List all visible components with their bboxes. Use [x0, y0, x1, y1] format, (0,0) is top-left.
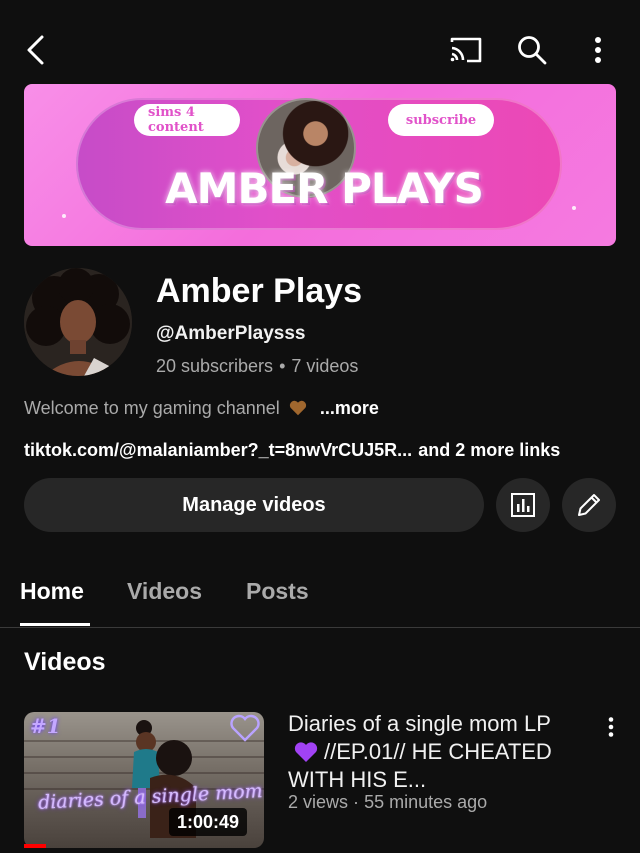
video-more-button[interactable] [596, 712, 626, 742]
top-bar [0, 0, 640, 84]
video-title-part1: Diaries of a single mom LP [288, 711, 551, 736]
video-views: 2 views [288, 792, 349, 812]
description-text: Welcome to my gaming channel [24, 398, 280, 418]
video-duration: 1:00:49 [169, 808, 248, 836]
analytics-icon [511, 493, 535, 517]
thumb-heart-icon [230, 714, 260, 742]
more-vertical-icon [595, 37, 601, 63]
manage-videos-button[interactable]: Manage videos [24, 478, 484, 532]
banner-chip-subscribe: subscribe [388, 104, 494, 136]
banner-chip-sims: sims 4 content [134, 104, 240, 136]
avatar-image [24, 268, 132, 376]
tab-posts[interactable]: Posts [246, 578, 309, 605]
cast-icon [450, 37, 482, 63]
back-button[interactable] [16, 30, 56, 70]
channel-name: Amber Plays [156, 272, 362, 310]
channel-description[interactable]: Welcome to my gaming channel ...more [24, 398, 379, 419]
watch-progress-bar [24, 844, 46, 848]
channel-links[interactable]: tiktok.com/@malaniamber?_t=8nwVrCUJ5R...… [24, 440, 560, 461]
video-count: 7 videos [291, 356, 359, 376]
analytics-button[interactable] [496, 478, 550, 532]
cast-button[interactable] [446, 30, 486, 70]
video-meta: 2 views · 55 minutes ago [288, 792, 487, 813]
sparkle [572, 206, 576, 210]
channel-avatar[interactable] [24, 268, 132, 376]
more-links[interactable]: and 2 more links [418, 440, 560, 460]
meta-dot: · [353, 792, 360, 812]
sparkle [62, 214, 66, 218]
more-vertical-icon [608, 717, 614, 737]
description-more[interactable]: ...more [320, 398, 379, 418]
tab-home[interactable]: Home [20, 578, 84, 605]
tab-videos[interactable]: Videos [127, 578, 202, 605]
purple-heart-icon [294, 742, 318, 762]
tiktok-link[interactable]: tiktok.com/@malaniamber?_t=8nwVrCUJ5R... [24, 440, 412, 460]
channel-tabs: Home Videos Posts [0, 570, 640, 628]
banner-title: AMBER PLAYS [165, 164, 484, 213]
channel-banner: sims 4 content subscribe AMBER PLAYS [24, 84, 616, 246]
thumb-episode-number: #1 [30, 714, 61, 738]
meta-separator: • [279, 356, 286, 376]
channel-meta: 20 subscribers • 7 videos [156, 356, 358, 377]
section-title: Videos [24, 648, 106, 676]
pencil-icon [578, 494, 600, 516]
video-age: 55 minutes ago [364, 792, 488, 812]
video-title[interactable]: Diaries of a single mom LP //EP.01// HE … [288, 710, 578, 794]
video-title-part2: //EP.01// HE CHEATED WITH HIS E... [288, 739, 552, 792]
search-button[interactable] [512, 30, 552, 70]
channel-handle: @AmberPlaysss [156, 323, 306, 344]
brown-heart-icon [289, 400, 306, 416]
more-options-button[interactable] [578, 30, 618, 70]
subscriber-count: 20 subscribers [156, 356, 274, 376]
edit-channel-button[interactable] [562, 478, 616, 532]
back-arrow-icon [27, 35, 44, 65]
active-tab-indicator [20, 623, 90, 626]
search-icon [518, 36, 547, 65]
